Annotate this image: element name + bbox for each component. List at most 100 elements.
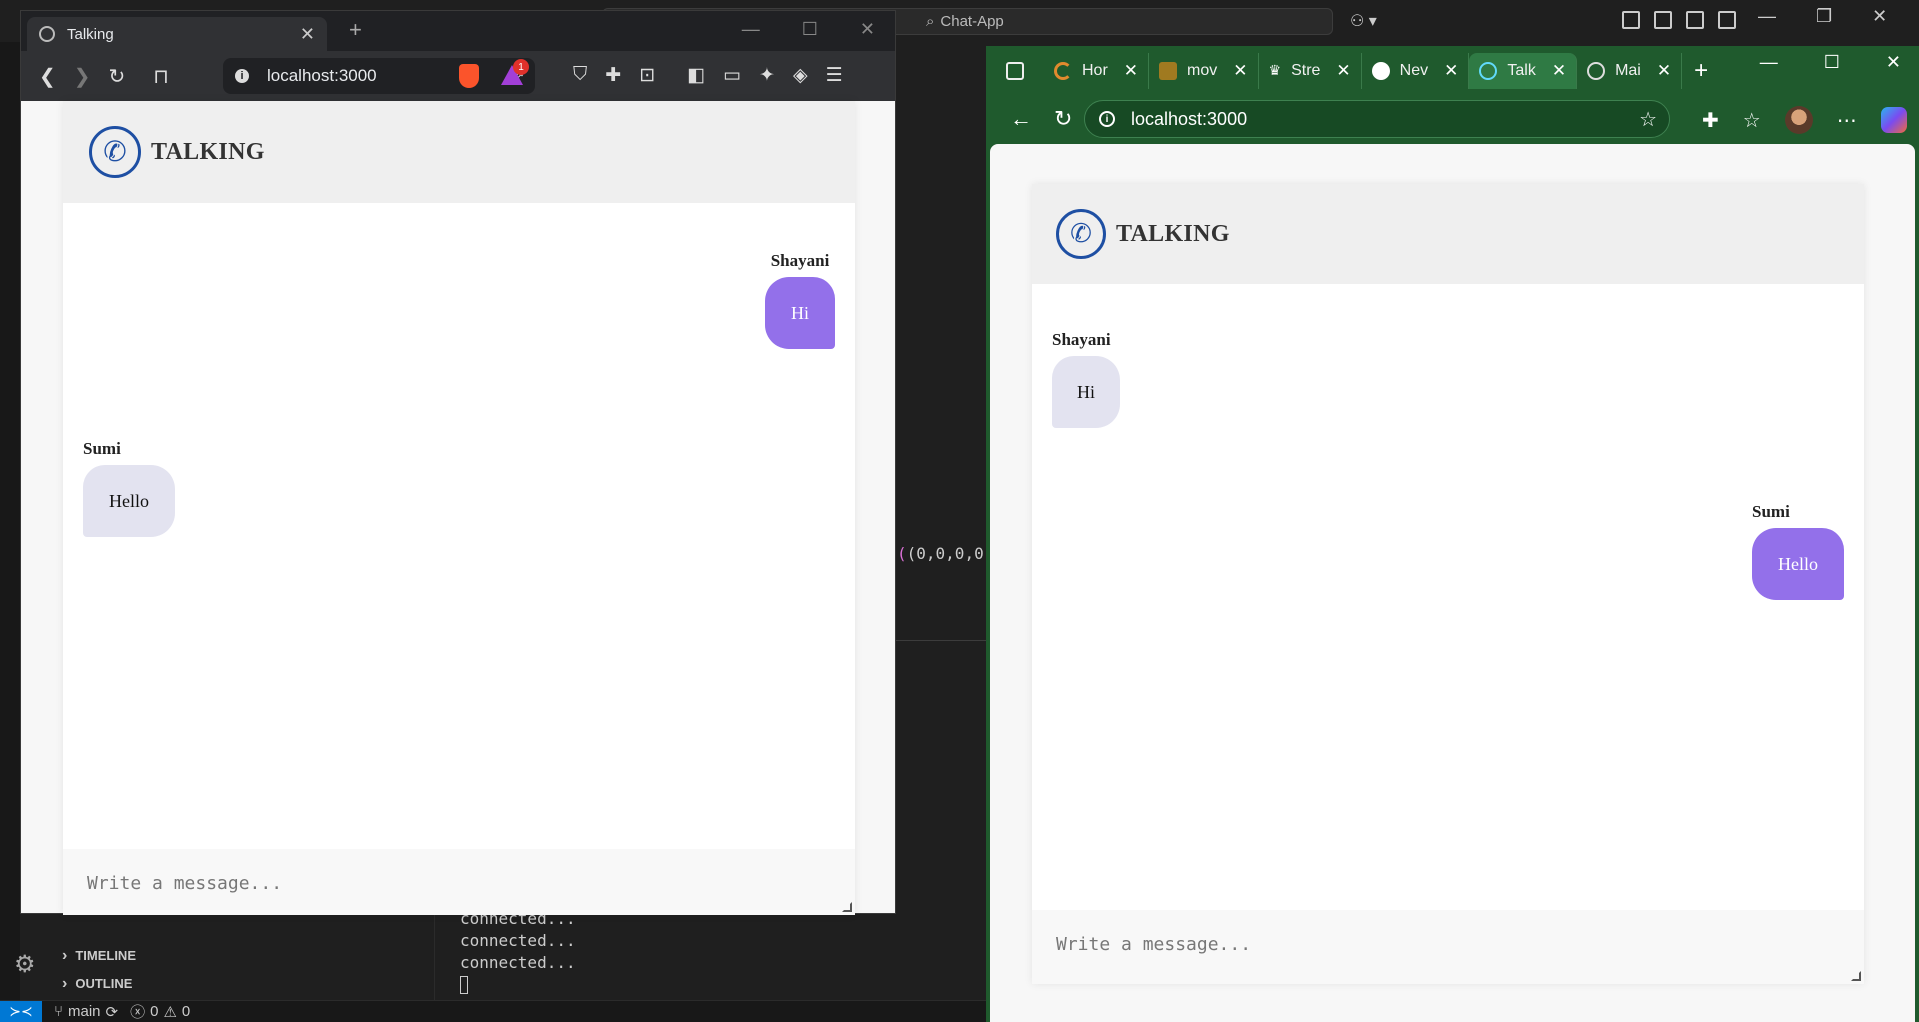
close-icon[interactable]: ✕ xyxy=(1886,52,1901,73)
message-item: Sumi Hello xyxy=(83,439,175,537)
remote-icon[interactable]: ≻≺ xyxy=(0,1000,42,1022)
edge-tab[interactable]: mov ✕ xyxy=(1149,53,1259,89)
close-tab-icon[interactable]: ✕ xyxy=(1233,61,1247,81)
message-bubble: Hi xyxy=(1052,356,1120,428)
toggle-secondary-sidebar-icon[interactable] xyxy=(1718,11,1736,29)
favorites-icon[interactable]: ☆ xyxy=(1743,108,1761,133)
wallet-icon[interactable]: ▭ xyxy=(723,64,741,87)
terminal-output[interactable]: connected... connected... connected... xyxy=(460,908,576,994)
menu-icon[interactable]: ☰ xyxy=(826,64,843,87)
edge-tab[interactable]: Hor ✕ xyxy=(1044,53,1150,89)
back-icon[interactable]: ← xyxy=(1010,106,1032,132)
new-tab-button[interactable]: + xyxy=(349,17,362,43)
edge-tab-active[interactable]: Talk ✕ xyxy=(1469,53,1578,89)
editor-code-text: (0,0,0,0. xyxy=(906,544,994,563)
panel-divider xyxy=(896,640,986,641)
screenshot-icon[interactable]: ⊡ xyxy=(639,64,655,87)
profile-avatar[interactable] xyxy=(1784,106,1813,134)
edge-tab[interactable]: Nev ✕ xyxy=(1362,53,1470,89)
site-info-icon[interactable]: i xyxy=(1099,111,1115,127)
copilot-icon[interactable]: ⚇ ▾ xyxy=(1350,11,1377,31)
new-tab-button[interactable]: + xyxy=(1694,57,1708,85)
reload-icon[interactable]: ↻ xyxy=(109,64,126,89)
status-problems[interactable]: ⓧ 0 ⚠ 0 xyxy=(130,1001,190,1022)
extensions-icon[interactable]: ✚ xyxy=(1702,108,1719,133)
edge-tab-label: Hor xyxy=(1082,62,1108,79)
message-input[interactable] xyxy=(63,849,855,915)
maximize-icon[interactable]: ☐ xyxy=(802,19,818,40)
branch-name: main xyxy=(68,1003,101,1020)
customize-layout-icon[interactable] xyxy=(1622,11,1640,29)
react-icon xyxy=(1479,62,1498,80)
close-tab-icon[interactable]: ✕ xyxy=(1336,61,1350,81)
chat-header: ✆ TALKING xyxy=(63,101,855,203)
close-tab-icon[interactable]: ✕ xyxy=(1124,61,1138,81)
brave-browser-window: Talking ✕ + — ☐ ✕ ❮ ❯ ↻ ⊓ i localhost:30… xyxy=(20,10,896,915)
brave-tab-talking[interactable]: Talking ✕ xyxy=(27,17,327,51)
maximize-icon[interactable]: ☐ xyxy=(1824,52,1840,73)
close-icon[interactable]: ✕ xyxy=(860,19,875,40)
edge-tab-label: Nev xyxy=(1399,62,1429,79)
edge-address-bar[interactable]: i localhost:3000 ☆ xyxy=(1084,100,1670,138)
editor-code-fragment: ((0,0,0,0. xyxy=(897,544,994,563)
more-options-icon[interactable]: ⋯ xyxy=(1837,108,1857,133)
favorite-star-icon[interactable]: ☆ xyxy=(1639,107,1657,132)
layout-controls xyxy=(1622,11,1736,29)
edge-tab[interactable]: ♛ Stre ✕ xyxy=(1259,53,1362,89)
error-icon: ⓧ xyxy=(130,1004,146,1021)
tab-actions-icon[interactable] xyxy=(1006,62,1024,80)
restore-icon[interactable]: ❐ xyxy=(1816,6,1832,27)
close-tab-icon[interactable]: ✕ xyxy=(1552,61,1566,81)
status-branch[interactable]: ⑂ main ⟳ xyxy=(54,1003,118,1021)
chat-input-area xyxy=(63,849,855,915)
message-item: Shayani Hi xyxy=(765,251,835,349)
toggle-sidebar-icon[interactable] xyxy=(1654,11,1672,29)
vpn-shield-icon[interactable]: ⛉ xyxy=(573,64,587,87)
copilot-icon[interactable] xyxy=(1880,107,1907,133)
brave-shields-icon[interactable] xyxy=(459,64,479,88)
close-tab-icon[interactable]: ✕ xyxy=(1444,61,1458,81)
message-input[interactable] xyxy=(1032,910,1864,984)
vscode-window-controls: — ❐ ✕ xyxy=(1758,6,1887,27)
gear-icon[interactable]: ⚙ xyxy=(14,950,36,979)
section-outline[interactable]: OUTLINE xyxy=(62,970,136,998)
edge-browser-window: Hor ✕ mov ✕ ♛ Stre ✕ Nev ✕ Talk ✕ Mai ✕ … xyxy=(986,46,1919,1022)
message-bubble: Hello xyxy=(83,465,175,537)
tab-favicon-icon xyxy=(1054,62,1072,80)
message-bubble: Hello xyxy=(1752,528,1844,600)
brave-tabstrip: Talking ✕ + — ☐ ✕ xyxy=(21,11,895,51)
close-icon[interactable]: ✕ xyxy=(1872,6,1887,27)
terminal-cursor xyxy=(460,976,468,994)
edge-window-controls: — ☐ ✕ xyxy=(1760,52,1901,73)
reload-icon[interactable]: ↻ xyxy=(1054,106,1072,132)
brave-address-bar[interactable]: i localhost:3000 ⇗ xyxy=(223,58,535,94)
edge-toolbar: ← ↻ i localhost:3000 ☆ ✚ ☆ ⋯ xyxy=(986,96,1919,142)
minimize-icon[interactable]: — xyxy=(1758,6,1776,27)
bookmark-icon[interactable]: ⊓ xyxy=(153,64,169,89)
back-icon[interactable]: ❮ xyxy=(39,64,56,89)
close-tab-icon[interactable]: ✕ xyxy=(1657,61,1671,81)
forward-icon[interactable]: ❯ xyxy=(74,64,91,89)
minimize-icon[interactable]: — xyxy=(742,19,760,40)
close-tab-icon[interactable]: ✕ xyxy=(300,24,315,45)
site-info-icon[interactable]: i xyxy=(235,69,249,83)
message-sender: Shayani xyxy=(1052,330,1111,349)
tab-favicon-icon: ♛ xyxy=(1268,62,1282,78)
toggle-panel-icon[interactable] xyxy=(1686,11,1704,29)
section-timeline[interactable]: TIMELINE xyxy=(62,942,136,970)
extensions-icon[interactable]: ✚ xyxy=(605,64,621,87)
edge-tab-label: Stre xyxy=(1291,62,1321,79)
vscode-activity-bar xyxy=(0,42,20,1002)
message-sender: Sumi xyxy=(1752,502,1790,521)
vpn-icon[interactable]: ◈ xyxy=(793,64,808,87)
sidebar-divider xyxy=(434,910,435,1000)
edge-tab[interactable]: Mai ✕ xyxy=(1577,53,1683,89)
chat-title: TALKING xyxy=(151,138,265,165)
terminal-line: connected... xyxy=(460,953,576,972)
phone-logo-icon: ✆ xyxy=(1056,209,1106,259)
minimize-icon[interactable]: — xyxy=(1760,52,1778,73)
leo-ai-icon[interactable]: ✦ xyxy=(759,64,775,87)
globe-icon xyxy=(39,26,55,42)
sidebar-icon[interactable]: ◧ xyxy=(687,64,705,87)
sync-icon[interactable]: ⟳ xyxy=(106,1003,119,1021)
